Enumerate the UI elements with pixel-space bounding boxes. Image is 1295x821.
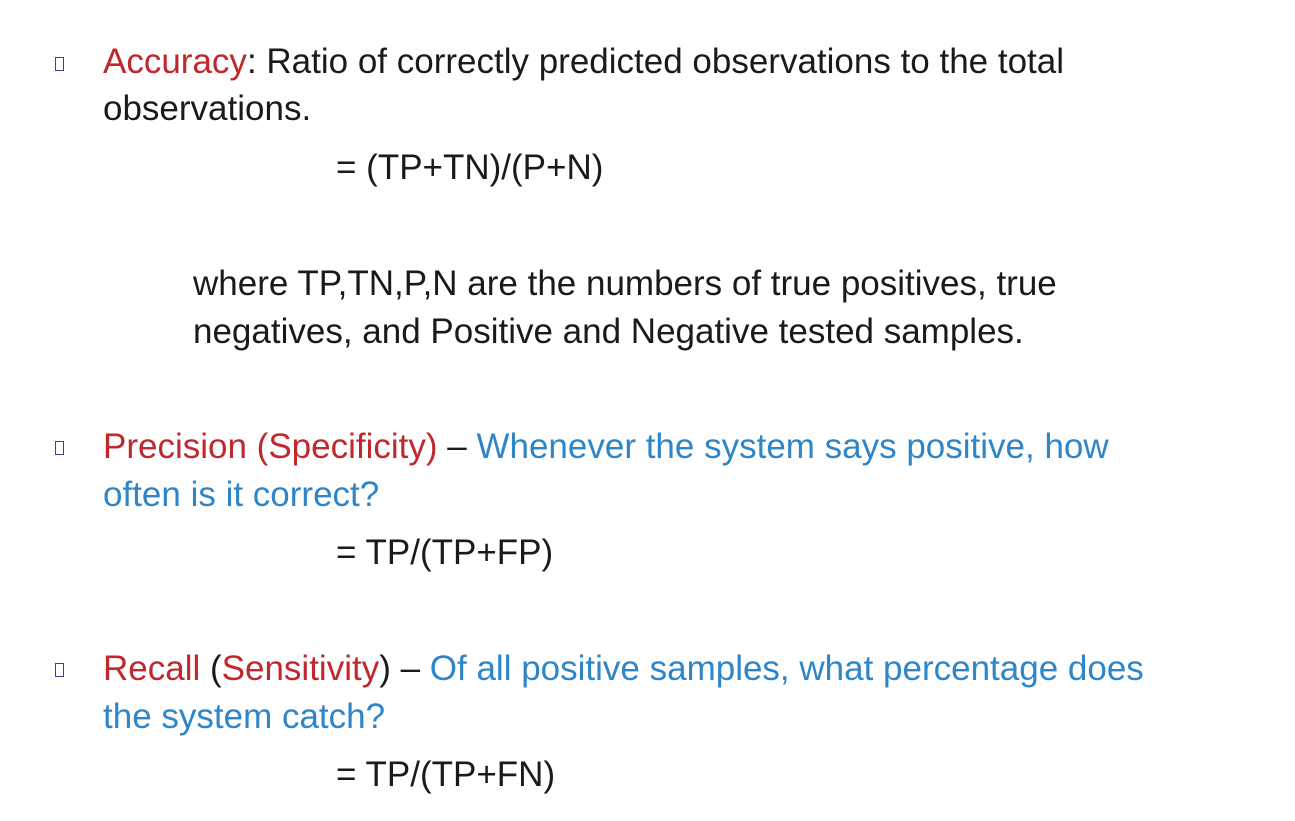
- recall-term: Recall: [103, 649, 201, 688]
- accuracy-description: : Ratio of correctly predicted observati…: [246, 42, 1065, 81]
- accuracy-formula: = (TP+TN)/(P+N): [336, 148, 604, 187]
- accuracy-note-line2: negatives, and Positive and Negative tes…: [193, 312, 1024, 351]
- square-bullet-icon: [55, 441, 64, 455]
- accuracy-definition-line1: Accuracy: Ratio of correctly predicted o…: [103, 39, 1064, 85]
- recall-question: Of all positive samples, what percentage…: [429, 649, 1144, 688]
- recall-open-paren: (: [200, 649, 222, 688]
- accuracy-definition-line2: observations.: [103, 89, 312, 128]
- slide: Accuracy: Ratio of correctly predicted o…: [0, 0, 1295, 821]
- recall-definition-line1: Recall (Sensitivity) – Of all positive s…: [103, 646, 1144, 692]
- precision-term: Precision (Specificity): [103, 427, 438, 466]
- square-bullet-icon: [55, 663, 64, 677]
- precision-definition-line1: Precision (Specificity) – Whenever the s…: [103, 424, 1109, 470]
- square-bullet-icon: [55, 57, 64, 71]
- precision-question: Whenever the system says positive, how: [476, 427, 1109, 466]
- precision-dash: –: [437, 427, 477, 466]
- recall-question-line2: the system catch?: [103, 697, 386, 736]
- precision-formula: = TP/(TP+FP): [336, 533, 554, 572]
- accuracy-note-line1: where TP,TN,P,N are the numbers of true …: [193, 264, 1057, 303]
- precision-question-line2: often is it correct?: [103, 475, 380, 514]
- recall-formula: = TP/(TP+FN): [336, 755, 556, 794]
- recall-alt-term: Sensitivity: [221, 649, 380, 688]
- accuracy-term: Accuracy: [103, 42, 247, 81]
- recall-close-paren-dash: ) –: [379, 649, 430, 688]
